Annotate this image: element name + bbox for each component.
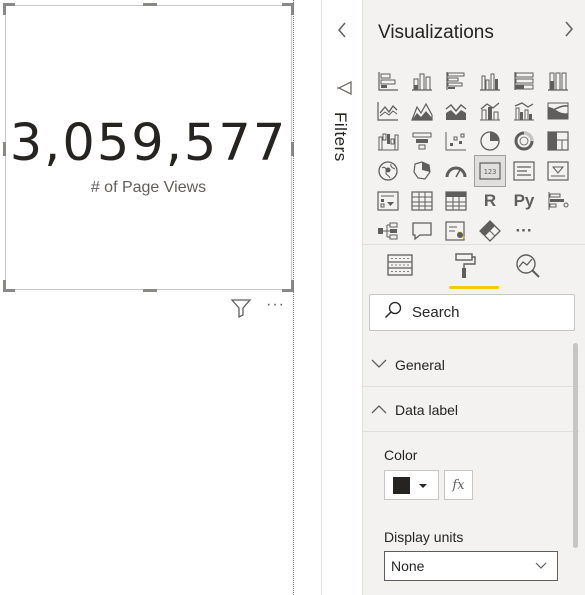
stacked-bar-chart-icon[interactable] [373,66,403,96]
filters-title[interactable]: Filters [330,112,350,162]
gauge-icon[interactable] [441,156,471,186]
r-visual-icon[interactable]: R [475,186,505,216]
power-apps-icon[interactable] [475,216,505,246]
line-chart-icon[interactable] [373,96,403,126]
kpi-icon[interactable] [543,156,573,186]
resize-handle-bottom-left-vertical[interactable] [3,280,6,292]
display-units-label: Display units [384,529,464,545]
key-influencers-icon[interactable] [543,186,573,216]
caret-down-icon [418,476,428,494]
chevron-left-icon[interactable] [336,21,348,44]
color-label: Color [384,447,418,463]
100-stacked-bar-chart-icon[interactable] [509,66,539,96]
analytics-icon[interactable] [511,252,545,288]
filters-pane[interactable]: Filters [321,0,363,595]
visualizations-title: Visualizations [378,22,494,43]
smart-narrative-icon[interactable] [441,216,471,246]
visual-header: ··· [230,297,285,318]
table-icon[interactable] [407,186,437,216]
format-paint-roller-icon[interactable] [447,252,499,289]
donut-chart-icon[interactable] [509,126,539,156]
qa-icon[interactable] [407,216,437,246]
color-swatch [393,476,410,494]
chevron-up-icon [371,401,387,419]
treemap-icon[interactable] [543,126,573,156]
map-icon[interactable] [373,156,403,186]
display-units-value: None [391,558,425,574]
matrix-icon[interactable] [441,186,471,216]
card-value: 3,059,577 [9,114,288,173]
conditional-formatting-button[interactable]: fx [444,470,473,500]
search-icon [384,301,402,324]
section-data-label-label: Data label [395,401,459,418]
funnel-chart-icon[interactable] [407,126,437,156]
area-chart-icon[interactable] [407,96,437,126]
python-visual-icon[interactable]: Py [509,186,539,216]
gallery-divider [363,244,585,245]
pane-tabs [383,252,545,289]
card-category-label: # of Page Views [90,179,207,196]
color-picker[interactable] [384,470,439,500]
scatter-chart-icon[interactable] [441,126,471,156]
chevron-down-icon [371,356,387,374]
search-input[interactable]: Search [369,294,575,331]
filter-pane-funnel-icon [336,80,352,101]
decomposition-tree-icon[interactable] [373,216,403,246]
report-canvas[interactable]: 3,059,577 # of Page Views ··· [0,0,320,595]
page-boundary [293,0,294,595]
100-stacked-column-chart-icon[interactable] [543,66,573,96]
slicer-icon[interactable] [373,186,403,216]
multi-row-card-icon[interactable] [509,156,539,186]
resize-handle-top-left-vertical[interactable] [3,3,6,15]
resize-handle-bottom[interactable] [143,289,157,292]
visualizations-pane: Visualizations 123 R Py ··· Search Gener… [363,0,585,595]
svg-text:123: 123 [484,168,497,176]
pie-chart-icon[interactable] [475,126,505,156]
section-data-label[interactable]: Data label [363,388,579,432]
line-and-clustered-column-chart-icon[interactable] [509,96,539,126]
stacked-area-chart-icon[interactable] [441,96,471,126]
card-icon[interactable]: 123 [474,155,506,187]
section-general-label: General [395,356,445,373]
more-options-icon[interactable]: ··· [266,297,285,313]
clustered-bar-chart-icon[interactable] [441,66,471,96]
resize-handle-top[interactable] [143,3,157,6]
section-general[interactable]: General [363,343,579,387]
format-pane-scrollbar[interactable] [573,343,578,548]
clustered-column-chart-icon[interactable] [475,66,505,96]
card-visual[interactable]: 3,059,577 # of Page Views [3,3,294,292]
ribbon-chart-icon[interactable] [543,96,573,126]
chevron-down-icon [535,557,547,575]
line-and-stacked-column-chart-icon[interactable] [475,96,505,126]
waterfall-chart-icon[interactable] [373,126,403,156]
fields-tab-icon[interactable] [383,252,417,288]
chevron-right-icon[interactable] [563,20,575,43]
stacked-column-chart-icon[interactable] [407,66,437,96]
display-units-dropdown[interactable]: None [384,551,558,581]
filled-map-icon[interactable] [407,156,437,186]
visual-gallery: 123 R Py ··· [373,66,573,246]
filter-funnel-icon[interactable] [230,298,252,318]
search-placeholder: Search [412,304,460,321]
more-visuals-icon[interactable]: ··· [509,216,539,246]
